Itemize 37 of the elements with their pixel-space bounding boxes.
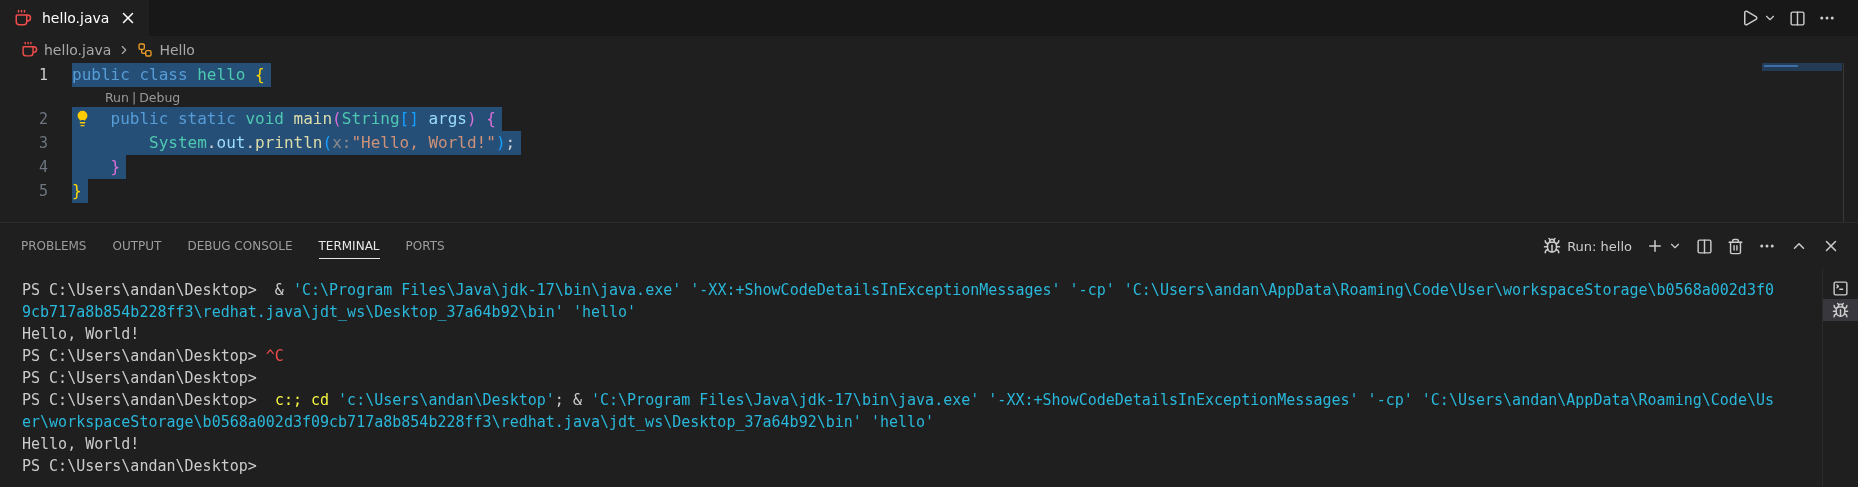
line-number: 5 bbox=[37, 182, 48, 200]
terminal-line: PS C:\Users\andan\Desktop> c:; cd 'c:\Users\andan\Desktop'; & 'C:\Program Files\Java\jdk-17\bin\java.exe' '-XX:+ShowCodeDetailsInExceptionMessages' '-cp' 'C:\Users\andan\AppData\Roaming\Code\Us bbox=[22, 390, 1775, 411]
coffee-cup-icon bbox=[21, 41, 38, 58]
bug-icon bbox=[1543, 237, 1562, 255]
separator: | bbox=[131, 89, 137, 105]
terminal-line: Hello, World! bbox=[22, 324, 141, 345]
run-link[interactable]: Run bbox=[105, 89, 129, 105]
line-number: 4 bbox=[37, 158, 48, 176]
terminal-line: Hello, World! bbox=[22, 434, 141, 455]
line-number: 2 bbox=[37, 110, 48, 128]
panel-tab[interactable]: PORTS bbox=[405, 233, 445, 259]
minimap[interactable] bbox=[1762, 63, 1842, 73]
linked-boxes-icon bbox=[137, 41, 154, 58]
panel-tab[interactable]: DEBUG CONSOLE bbox=[187, 233, 293, 259]
panel-tab[interactable]: OUTPUT bbox=[112, 233, 162, 259]
line-number: 3 bbox=[37, 134, 48, 152]
panel-tab[interactable]: TERMINAL bbox=[318, 233, 380, 259]
plus-icon[interactable] bbox=[1646, 237, 1664, 255]
editor-tab[interactable]: hello.java bbox=[0, 0, 150, 36]
breadcrumb-item[interactable]: hello.java bbox=[44, 41, 112, 58]
terminal-line: PS C:\Users\andan\Desktop> ^C bbox=[22, 346, 285, 367]
terminal-line: 9cb717a8b854b228ff3\redhat.java\jdt_ws\Desktop_37a64b92\bin' 'hello' bbox=[22, 302, 638, 323]
terminal-line: PS C:\Users\andan\Desktop> & 'C:\Program Files\Java\jdk-17\bin\java.exe' '-XX:+ShowCodeDetailsInExceptionMessages' '-cp' 'C:\Users\andan\AppData\Roaming\Code\User\workspaceStorage\b0568a002d3f0 bbox=[22, 280, 1775, 301]
bug-icon[interactable] bbox=[1823, 299, 1858, 321]
play-icon[interactable] bbox=[1741, 9, 1759, 27]
terminal-name[interactable]: Run: hello bbox=[1567, 238, 1632, 254]
debug-link[interactable]: Debug bbox=[139, 89, 181, 105]
breadcrumb-item[interactable]: Hello bbox=[159, 41, 195, 58]
terminal-line: er\workspaceStorage\b0568a002d3f09cb717a8b854b228ff3\redhat.java\jdt_ws\Desktop_37a64b92\bin' 'hello' bbox=[22, 412, 936, 433]
line-number: 1 bbox=[37, 66, 48, 84]
terminal-line: PS C:\Users\andan\Desktop> bbox=[22, 456, 258, 477]
split-editor-icon[interactable] bbox=[1789, 9, 1806, 27]
terminal-line: PS C:\Users\andan\Desktop> bbox=[22, 368, 258, 389]
panel-tab[interactable]: PROBLEMS bbox=[21, 233, 87, 259]
coffee-cup-icon bbox=[14, 9, 32, 27]
trash-icon[interactable] bbox=[1727, 237, 1744, 255]
split-terminal-icon[interactable] bbox=[1696, 237, 1713, 255]
